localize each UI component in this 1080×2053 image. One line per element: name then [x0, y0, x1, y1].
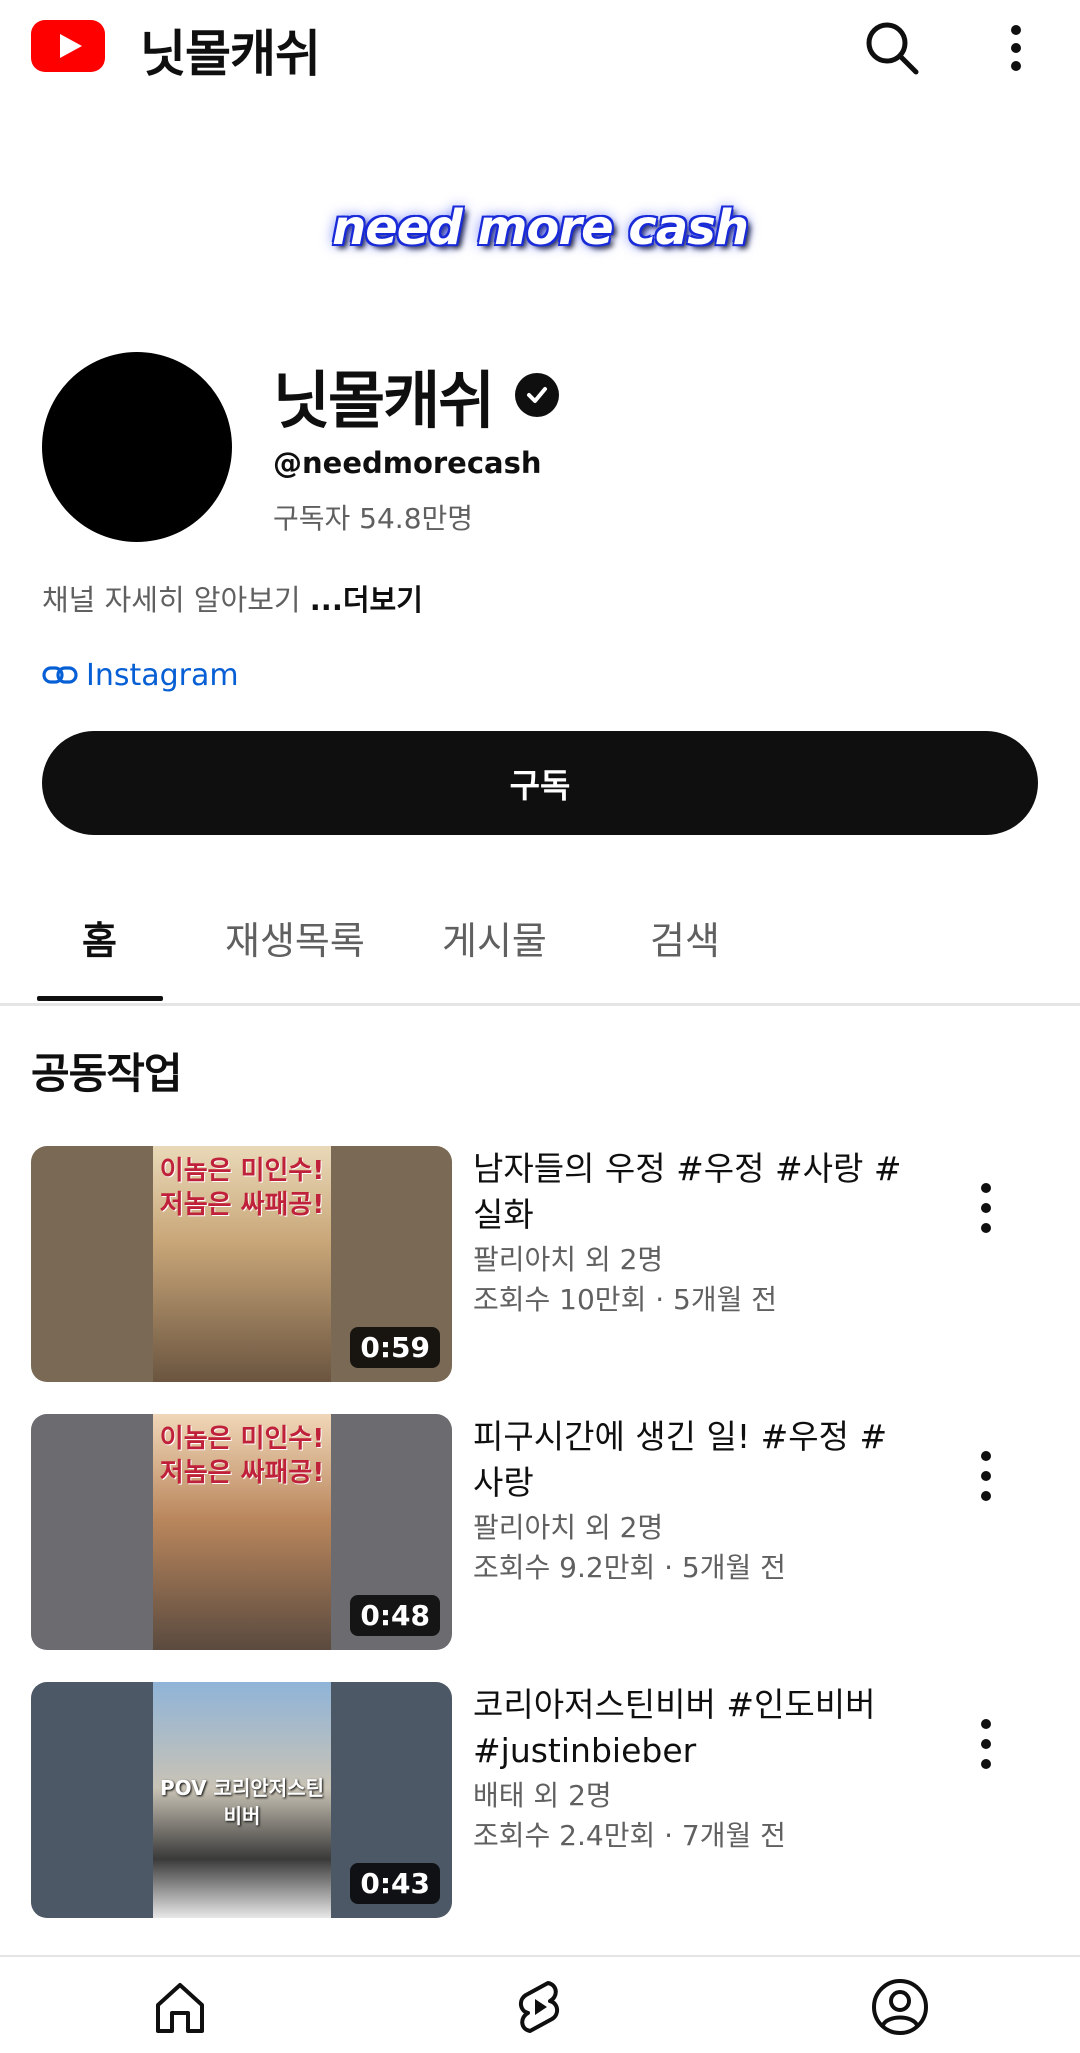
shorts-icon[interactable]: [500, 1975, 580, 2053]
bottom-navigation: [0, 1955, 1080, 2053]
subscribe-button[interactable]: 구독: [42, 731, 1038, 835]
channel-description[interactable]: 채널 자세히 알아보기 ...더보기: [42, 577, 423, 619]
video-meta: 조회수 10만회 · 5개월 전: [473, 1283, 778, 1316]
video-title[interactable]: 피구시간에 생긴 일! #우정 #사랑: [473, 1414, 913, 1506]
video-duration: 0:48: [350, 1595, 440, 1636]
thumbnail-image: 이놈은 미인수! 저놈은 싸패공!: [153, 1414, 331, 1650]
channel-description-text: 채널 자세히 알아보기: [42, 583, 310, 617]
home-icon[interactable]: [140, 1975, 220, 2053]
more-link[interactable]: ...더보기: [310, 583, 423, 617]
subscriber-count: 구독자 54.8만명: [273, 502, 474, 535]
youtube-logo-icon[interactable]: [31, 20, 105, 72]
video-author[interactable]: 팔리아치 외 2명: [473, 1506, 663, 1546]
section-title: 공동작업: [31, 1049, 183, 1098]
video-thumbnail[interactable]: 이놈은 미인수! 저놈은 싸패공! 0:59: [31, 1146, 452, 1382]
more-vert-icon[interactable]: [970, 1712, 1002, 1776]
video-thumbnail[interactable]: 이놈은 미인수! 저놈은 싸패공! 0:48: [31, 1414, 452, 1650]
active-tab-indicator: [37, 996, 163, 1001]
video-title[interactable]: 남자들의 우정 #우정 #사랑 #실화: [473, 1146, 913, 1238]
instagram-link[interactable]: Instagram: [42, 657, 239, 693]
account-icon[interactable]: [860, 1975, 940, 2053]
thumbnail-caption: POV 코리안저스틴비버: [160, 1776, 324, 1828]
thumbnail-caption: 이놈은 미인수! 저놈은 싸패공!: [159, 1424, 325, 1488]
thumbnail-image: POV 코리안저스틴비버: [153, 1682, 331, 1918]
verified-check-icon: [515, 373, 560, 417]
more-vert-icon[interactable]: [970, 1176, 1002, 1240]
video-duration: 0:59: [350, 1327, 440, 1368]
channel-handle: @needmorecash: [273, 446, 542, 480]
video-item[interactable]: 이놈은 미인수! 저놈은 싸패공! 0:59 남자들의 우정 #우정 #사랑 #…: [0, 1146, 1080, 1382]
search-icon[interactable]: [862, 18, 922, 78]
channel-name: 닛몰캐쉬: [273, 364, 495, 437]
more-vert-icon[interactable]: [970, 1444, 1002, 1508]
link-icon: [42, 657, 78, 693]
video-meta: 조회수 9.2만회 · 5개월 전: [473, 1551, 786, 1584]
video-duration: 0:43: [350, 1863, 440, 1904]
tab-playlists[interactable]: 재생목록: [225, 910, 365, 965]
channel-avatar[interactable]: [42, 352, 232, 542]
tab-search[interactable]: 검색: [650, 910, 720, 965]
top-app-bar: 닛몰캐쉬: [0, 0, 1080, 90]
topbar-title: 닛몰캐쉬: [140, 25, 321, 83]
channel-name-row: 닛몰캐쉬: [273, 350, 560, 440]
video-author[interactable]: 배태 외 2명: [473, 1774, 612, 1814]
tab-home[interactable]: 홈: [82, 910, 117, 965]
channel-tabs: 홈 재생목록 게시물 검색: [0, 880, 1080, 1006]
video-thumbnail[interactable]: POV 코리안저스틴비버 0:43: [31, 1682, 452, 1918]
tab-posts[interactable]: 게시물: [442, 910, 547, 965]
more-vert-icon[interactable]: [990, 18, 1042, 78]
video-item[interactable]: POV 코리안저스틴비버 0:43 코리아저스틴비버 #인도비버 #justin…: [0, 1682, 1080, 1918]
thumbnail-caption: 이놈은 미인수! 저놈은 싸패공!: [159, 1156, 325, 1220]
banner-logo-text: need more cash: [332, 200, 749, 256]
instagram-link-label: Instagram: [86, 657, 239, 693]
channel-banner: need more cash: [330, 190, 750, 266]
thumbnail-image: 이놈은 미인수! 저놈은 싸패공!: [153, 1146, 331, 1382]
video-author[interactable]: 팔리아치 외 2명: [473, 1238, 663, 1278]
video-meta: 조회수 2.4만회 · 7개월 전: [473, 1819, 786, 1852]
video-item[interactable]: 이놈은 미인수! 저놈은 싸패공! 0:48 피구시간에 생긴 일! #우정 #…: [0, 1414, 1080, 1650]
video-title[interactable]: 코리아저스틴비버 #인도비버 #justinbieber: [473, 1682, 913, 1774]
